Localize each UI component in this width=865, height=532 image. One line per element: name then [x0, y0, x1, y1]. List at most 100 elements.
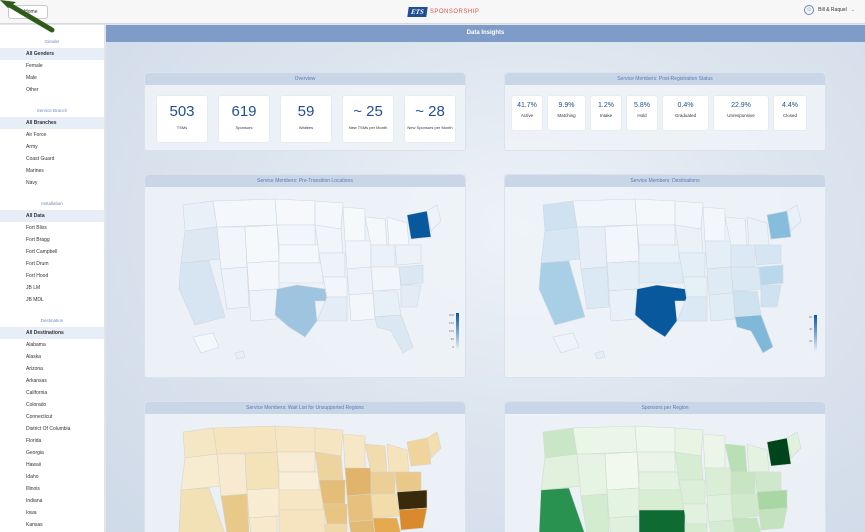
- filter-item-male[interactable]: Male: [0, 72, 104, 84]
- legend-tick: 20: [809, 339, 813, 343]
- legend-tick: 100: [449, 329, 455, 333]
- status-pct: 1.2%: [598, 102, 614, 109]
- status-graduated: 0.4% Graduated: [663, 96, 708, 130]
- filter-item-fort-bliss[interactable]: Fort Bliss: [0, 222, 104, 234]
- filter-item-georgia[interactable]: Georgia: [0, 447, 104, 459]
- status-pct: 9.9%: [558, 102, 575, 109]
- tile-tsms: 503 TSMs: [157, 96, 207, 142]
- installation-filter-title: Installation: [41, 201, 63, 206]
- filter-item-all-genders[interactable]: All Genders: [0, 48, 104, 60]
- destinations-map-title: Service Members: Destinations: [505, 175, 825, 187]
- filter-item-fort-hood[interactable]: Fort Hood: [0, 270, 104, 282]
- sponsors-map-title: Sponsors per Region: [505, 402, 825, 414]
- destinations-map-card: Service Members: Destinations 60 40 20: [504, 174, 826, 378]
- filter-item-alaska[interactable]: Alaska: [0, 351, 104, 363]
- status-pct: 22.9%: [731, 102, 751, 109]
- destination-filter-title: Destination: [40, 318, 64, 323]
- status-matching: 9.9% Matching: [548, 96, 585, 130]
- brand-logo[interactable]: ETS SPONSORSHIP: [407, 5, 479, 19]
- filter-item-navy[interactable]: Navy: [0, 177, 104, 189]
- filter-item-illinois[interactable]: Illinois: [0, 483, 104, 495]
- filter-item-kansas[interactable]: Kansas: [0, 519, 104, 531]
- status-intake: 1.2% Intake: [591, 96, 621, 130]
- status-label: Graduated: [674, 113, 697, 118]
- filter-item-florida[interactable]: Florida: [0, 435, 104, 447]
- filter-item-fort-drum[interactable]: Fort Drum: [0, 258, 104, 270]
- status-pct: 41.7%: [517, 102, 537, 109]
- chevron-down-icon: ⌄: [850, 7, 855, 13]
- status-title: Service Members: Post-Registration Statu…: [505, 73, 825, 85]
- sponsors-choropleth-map[interactable]: [525, 424, 805, 532]
- filter-item-hawaii[interactable]: Hawaii: [0, 459, 104, 471]
- status-label: Matching: [557, 113, 576, 118]
- pre-transition-legend: 200 150 100 50 0: [449, 313, 460, 351]
- filter-item-female[interactable]: Female: [0, 60, 104, 72]
- pre-transition-choropleth-map[interactable]: [165, 197, 445, 372]
- legend-tick: 40: [809, 327, 813, 331]
- destinations-legend: 60 40 20: [809, 315, 818, 353]
- filter-item-fort-campbell[interactable]: Fort Campbell: [0, 246, 104, 258]
- filter-item-arkansas[interactable]: Arkansas: [0, 375, 104, 387]
- filter-item-other[interactable]: Other: [0, 84, 104, 96]
- tile-waitees: 59 Waitees: [281, 96, 331, 142]
- filter-item-california[interactable]: California: [0, 387, 104, 399]
- filter-item-colorado[interactable]: Colorado: [0, 399, 104, 411]
- legend-tick: 200: [449, 313, 455, 317]
- brand-ets: ETS: [407, 7, 428, 17]
- filter-item-marines[interactable]: Marines: [0, 165, 104, 177]
- destinations-choropleth-map[interactable]: [525, 197, 805, 372]
- tile-label: New Sponsors per Month: [407, 125, 453, 130]
- status-pct: 0.4%: [677, 102, 694, 109]
- status-label: Intake: [599, 113, 613, 118]
- filter-item-all-branches[interactable]: All Branches: [0, 117, 104, 129]
- pre-transition-map-title: Service Members: Pre-Transition Location…: [145, 175, 465, 187]
- pointer-arrow-icon: [0, 0, 55, 33]
- wait-list-map-card: Service Members: Wait List for Unsupport…: [144, 401, 466, 532]
- overview-card: Overview 503 TSMs 619 Sponsors 59 Waitee…: [144, 72, 466, 151]
- filter-item-air-force[interactable]: Air Force: [0, 129, 104, 141]
- user-menu[interactable]: ☺ Bill & Raquel ⌄: [804, 5, 855, 15]
- filter-item-alabama[interactable]: Alabama: [0, 339, 104, 351]
- pre-transition-map-card: Service Members: Pre-Transition Location…: [144, 174, 466, 378]
- legend-tick: 150: [449, 321, 455, 325]
- legend-color-bar: [456, 313, 460, 351]
- tile-label: Waitees: [298, 125, 314, 130]
- filter-item-jb-mdl[interactable]: JB MDL: [0, 294, 104, 306]
- post-registration-status-card: Service Members: Post-Registration Statu…: [504, 72, 826, 151]
- tile-label: New TSMs per Month: [348, 125, 388, 130]
- filter-item-all-data[interactable]: All Data: [0, 210, 104, 222]
- tile-value: ~ 28: [415, 103, 445, 120]
- overview-title: Overview: [145, 73, 465, 85]
- tile-new-tsms-per-month: ~ 25 New TSMs per Month: [343, 96, 393, 142]
- filter-item-fort-bragg[interactable]: Fort Bragg: [0, 234, 104, 246]
- status-label: Closed: [782, 113, 797, 118]
- filter-item-indiana[interactable]: Indiana: [0, 495, 104, 507]
- filter-item-idaho[interactable]: Idaho: [0, 471, 104, 483]
- status-closed: 4.4% Closed: [774, 96, 806, 130]
- filter-item-arizona[interactable]: Arizona: [0, 363, 104, 375]
- filter-item-all-destinations[interactable]: All Destinations: [0, 327, 104, 339]
- branch-filter-title: Service Branch: [36, 108, 68, 113]
- tile-value: 619: [231, 103, 257, 120]
- tile-label: Sponsors: [235, 125, 253, 130]
- tile-sponsors: 619 Sponsors: [219, 96, 269, 142]
- filter-item-connecticut[interactable]: Connecticut: [0, 411, 104, 423]
- sponsors-per-region-map-card: Sponsors per Region: [504, 401, 826, 532]
- wait-list-map-title: Service Members: Wait List for Unsupport…: [145, 402, 465, 414]
- filter-item-iowa[interactable]: Iowa: [0, 507, 104, 519]
- filter-sidebar: Gender All Genders Female Male Other Ser…: [0, 25, 105, 532]
- gender-filter-title: Gender: [44, 39, 60, 44]
- status-label: Hold: [637, 113, 647, 118]
- page-title: Data Insights: [106, 25, 865, 42]
- tile-value: ~ 25: [353, 103, 383, 120]
- wait-list-choropleth-map[interactable]: [165, 424, 445, 532]
- filter-item-jb-lm[interactable]: JB LM: [0, 282, 104, 294]
- status-label: Active: [520, 113, 534, 118]
- filter-item-district-of-columbia[interactable]: District Of Columbia: [0, 423, 104, 435]
- legend-tick: 0: [452, 345, 455, 349]
- status-label: Unresponsive: [727, 113, 755, 118]
- filter-item-coast-guard[interactable]: Coast Guard: [0, 153, 104, 165]
- user-avatar-icon: ☺: [804, 5, 815, 15]
- filter-item-army[interactable]: Army: [0, 141, 104, 153]
- user-name: Bill & Raquel: [818, 7, 847, 13]
